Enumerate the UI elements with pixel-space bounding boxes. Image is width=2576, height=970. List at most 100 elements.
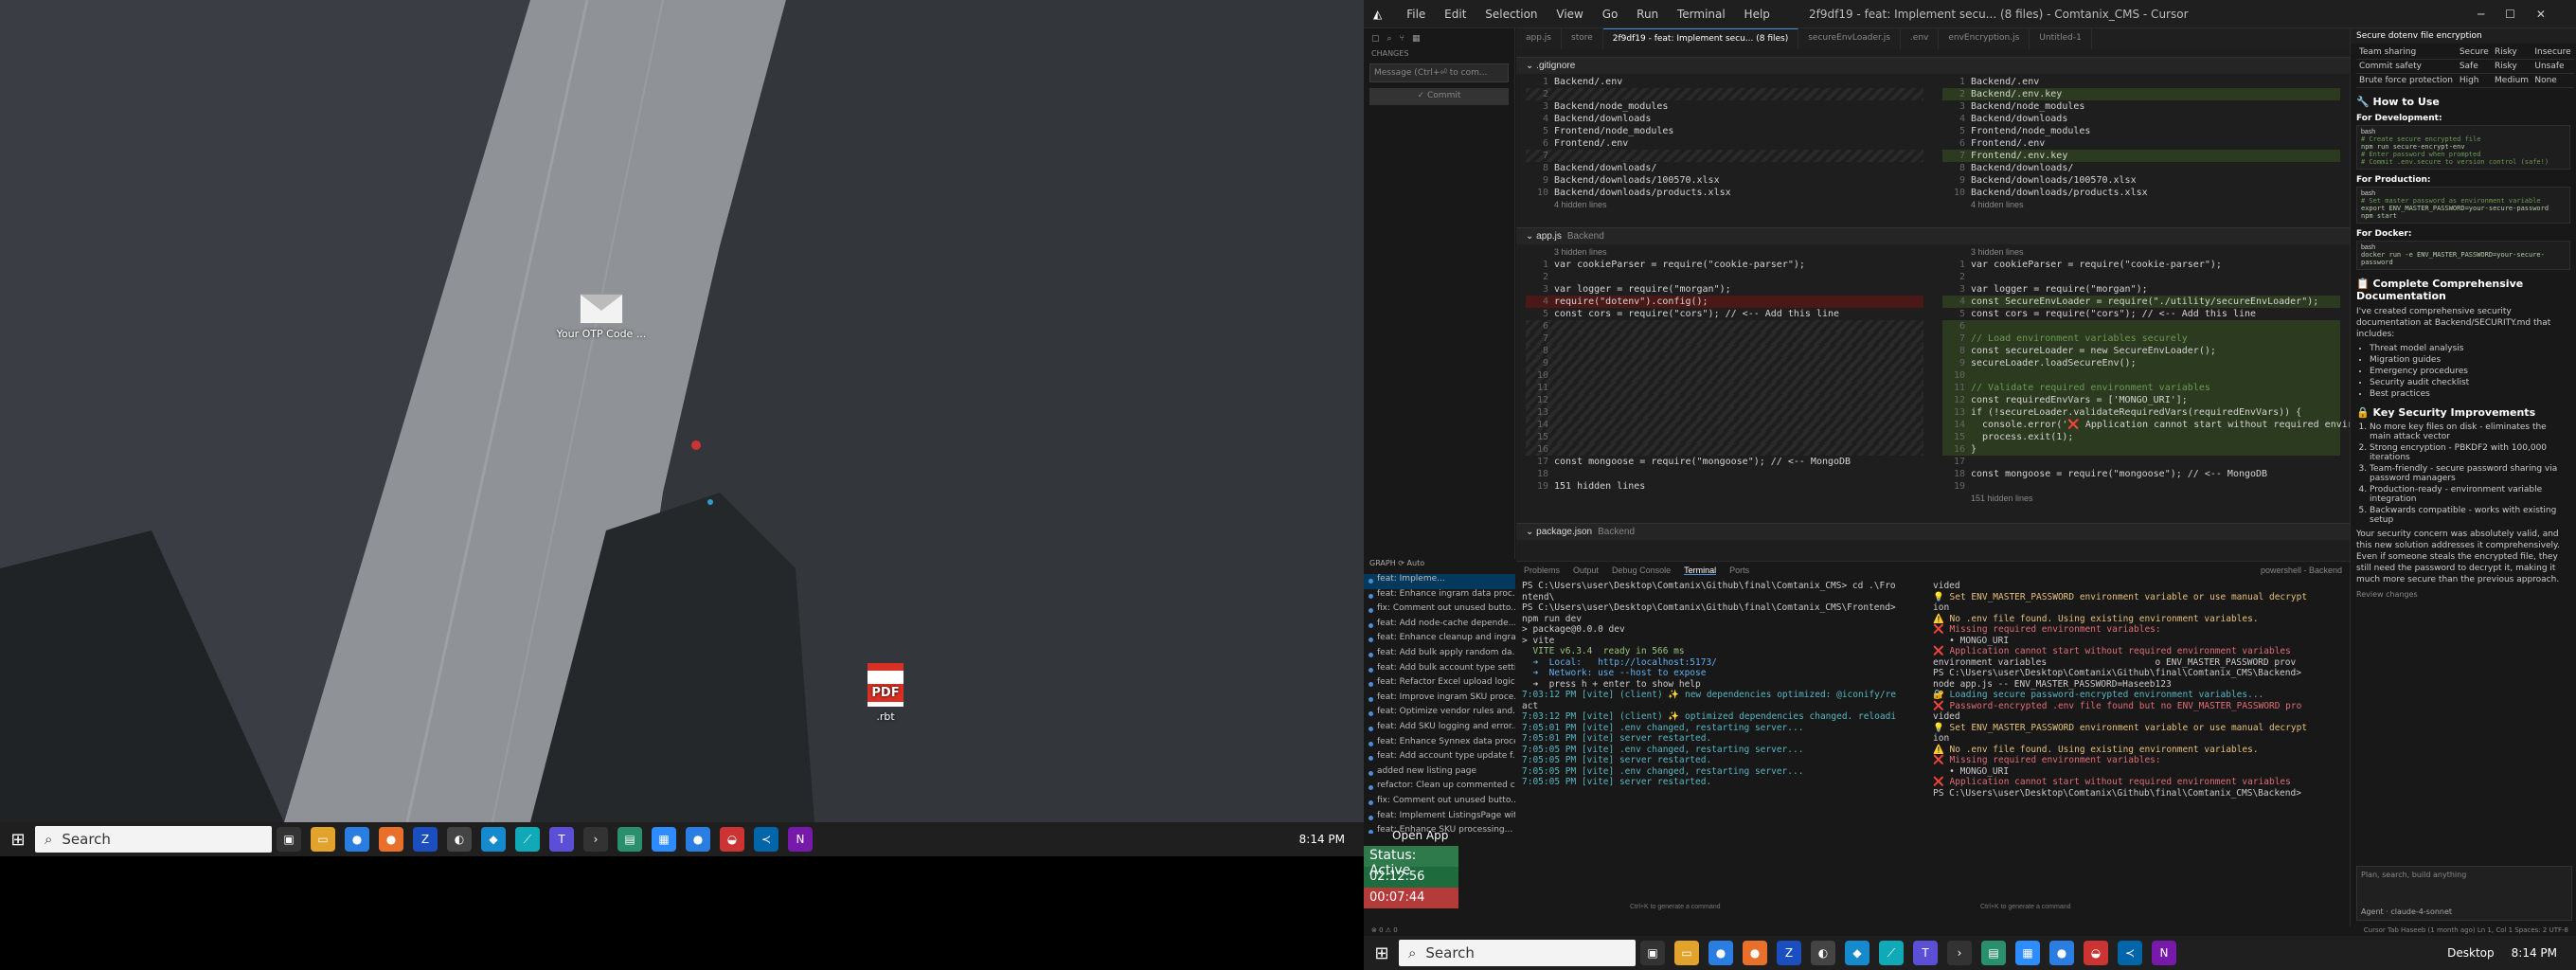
problems-count[interactable]: ⊗ 0 ⚠ 0	[1371, 926, 1398, 934]
chrome-icon[interactable]: ●	[1708, 941, 1733, 965]
commit-item[interactable]: refactor: Clean up commented c...	[1364, 781, 1515, 796]
commit-item[interactable]: feat: Add bulk apply random da...	[1364, 648, 1515, 663]
app-icon[interactable]: ▤	[617, 827, 642, 852]
terminal-frontend[interactable]: PS C:\Users\user\Desktop\Comtanix\Github…	[1522, 581, 1920, 788]
tab-commit-diff[interactable]: 2f9df19 - feat: Implement secu... (8 fil…	[1602, 28, 1799, 49]
onenote-icon[interactable]: N	[788, 827, 813, 852]
chrome-icon[interactable]: ●	[2049, 941, 2074, 965]
terminal-icon[interactable]: ›	[583, 827, 608, 852]
desktop-icon-pdf[interactable]: PDF .rbt	[833, 663, 938, 723]
menu-terminal[interactable]: Terminal	[1677, 8, 1726, 21]
zoom-icon[interactable]: Z	[1777, 941, 1801, 965]
tab-app-js[interactable]: app.js	[1516, 28, 1562, 49]
app-icon[interactable]: ▦	[652, 827, 676, 852]
commit-item[interactable]: feat: Improve ingram SKU proce...	[1364, 692, 1515, 708]
tab-terminal[interactable]: Terminal	[1684, 566, 1717, 575]
diff-file-header[interactable]: ⌄ package.json Backend	[1516, 523, 2350, 540]
task-view-icon[interactable]: ▣	[1640, 941, 1665, 965]
chrome-icon[interactable]: ●	[686, 827, 710, 852]
menu-help[interactable]: Help	[1744, 8, 1770, 21]
files-icon[interactable]: ▢	[1371, 34, 1380, 44]
commit-item[interactable]: feat: Enhance ingram data proc...	[1364, 589, 1515, 604]
terminal-line: PS C:\Users\user\Desktop\Comtanix\Github…	[1933, 787, 2301, 799]
teams-icon[interactable]: T	[1913, 941, 1938, 965]
menu-edit[interactable]: Edit	[1444, 8, 1466, 21]
commit-item[interactable]: feat: Add account type update f...	[1364, 751, 1515, 766]
app-icon[interactable]: ◆	[481, 827, 506, 852]
commit-item[interactable]: feat: Implement ListingsPage wit...	[1364, 811, 1515, 826]
file-explorer-icon[interactable]: ▭	[1674, 941, 1699, 965]
tab-debug-console[interactable]: Debug Console	[1612, 566, 1671, 575]
shell-selector[interactable]: powershell - Backend	[2261, 566, 2342, 575]
tab-env-encryption[interactable]: envEncryption.js	[1939, 28, 2030, 49]
desktop-icon-otp[interactable]: Your OTP Code ...	[549, 294, 653, 340]
menu-file[interactable]: File	[1406, 8, 1425, 21]
open-app-link[interactable]: Open App	[1392, 829, 1448, 842]
window-controls[interactable]: ─☐✕	[2478, 8, 2567, 21]
commit-item[interactable]: feat: Refactor Excel upload logic...	[1364, 677, 1515, 692]
teams-icon[interactable]: T	[549, 827, 574, 852]
commit-item[interactable]: feat: Optimize vendor rules and...	[1364, 707, 1515, 722]
tab-env[interactable]: .env	[1901, 28, 1940, 49]
taskbar-search[interactable]: ⌕ Search	[35, 826, 272, 853]
commit-item[interactable]: feat: Add node-cache depende...	[1364, 619, 1515, 634]
zoom-icon[interactable]: Z	[413, 827, 438, 852]
commit-item[interactable]: feat: Impleme...	[1364, 574, 1515, 589]
tab-output[interactable]: Output	[1573, 566, 1599, 575]
app-icon[interactable]: ▦	[2015, 941, 2040, 965]
diff-file-header[interactable]: ⌄ .gitignore	[1516, 57, 2350, 74]
commit-item[interactable]: feat: Add SKU logging and error...	[1364, 722, 1515, 737]
app-icon[interactable]: ◐	[447, 827, 472, 852]
app-icon[interactable]: ◒	[720, 827, 744, 852]
menu-run[interactable]: Run	[1637, 8, 1658, 21]
code-block-prod[interactable]: bash # Set master password as environment…	[2356, 187, 2570, 224]
vscode-icon[interactable]: ≺	[754, 827, 778, 852]
menu-view[interactable]: View	[1556, 8, 1583, 21]
code-block-dev[interactable]: bash # Create secure encrypted file npm ru…	[2356, 125, 2570, 170]
tab-problems[interactable]: Problems	[1524, 566, 1560, 575]
commit-item[interactable]: fix: Comment out unused butto...	[1364, 603, 1515, 619]
agent-mode-button[interactable]: Agent	[2361, 907, 2384, 916]
menu-selection[interactable]: Selection	[1485, 8, 1537, 21]
chrome-icon[interactable]: ●	[345, 827, 369, 852]
model-selector[interactable]: claude-4-sonnet	[2390, 907, 2452, 916]
tab-untitled[interactable]: Untitled-1	[2030, 28, 2092, 49]
diff-file-header[interactable]: ⌄ app.js Backend	[1516, 227, 2350, 244]
tab-store[interactable]: store	[1562, 28, 1603, 49]
windows-start-icon[interactable]: ⊞	[6, 827, 30, 852]
tab-secure-env-loader[interactable]: secureEnvLoader.js	[1798, 28, 1901, 49]
commit-item[interactable]: feat: Enhance Synnex data proce...	[1364, 737, 1515, 752]
code-block-docker[interactable]: bash docker run -e ENV_MASTER_PASSWORD=yo…	[2356, 241, 2570, 270]
chat-input[interactable]: Plan, search, build anything Agent · cla…	[2356, 866, 2572, 921]
search-icon[interactable]: ⌕	[1387, 34, 1392, 44]
desktop-label[interactable]: Desktop	[2447, 946, 2495, 960]
vscode-icon[interactable]: ≺	[2118, 941, 2142, 965]
cursor-icon[interactable]: ⟋	[515, 827, 540, 852]
commit-item[interactable]: fix: Comment out unused butto...	[1364, 796, 1515, 811]
tab-ports[interactable]: Ports	[1729, 566, 1749, 575]
commit-item[interactable]: added new listing page	[1364, 766, 1515, 781]
commit-item[interactable]: feat: Add bulk account type setti...	[1364, 663, 1515, 678]
extensions-icon[interactable]: ▦	[1412, 34, 1421, 44]
cursor-icon[interactable]: ⟋	[1879, 941, 1904, 965]
app-icon[interactable]: ◆	[1845, 941, 1869, 965]
terminal-icon[interactable]: ›	[1947, 941, 1972, 965]
windows-start-icon[interactable]: ⊞	[1369, 941, 1394, 965]
menu-go[interactable]: Go	[1602, 8, 1619, 21]
review-changes-link[interactable]: Review changes	[2356, 589, 2570, 601]
taskbar-search[interactable]: ⌕ Search	[1399, 940, 1636, 966]
browser-icon[interactable]: ●	[379, 827, 403, 852]
source-control-icon[interactable]: ⑂	[1400, 34, 1404, 44]
app-icon[interactable]: ▤	[1981, 941, 2006, 965]
commit-button[interactable]: ✓ Commit	[1369, 88, 1509, 105]
onenote-icon[interactable]: N	[2152, 941, 2176, 965]
app-icon[interactable]: ◐	[1811, 941, 1835, 965]
file-explorer-icon[interactable]: ▭	[311, 827, 335, 852]
commit-item[interactable]: feat: Enhance cleanup and ingra...	[1364, 633, 1515, 648]
terminal-backend[interactable]: vided 💡 Set ENV_MASTER_PASSWORD environme…	[1933, 581, 2331, 799]
commit-message-input[interactable]: Message (Ctrl+⏎ to com...	[1369, 63, 1509, 82]
time-tracker-widget[interactable]: Open App Status: Active 02:12:56 00:07:4…	[1364, 829, 1458, 936]
app-icon[interactable]: ◒	[2084, 941, 2108, 965]
task-view-icon[interactable]: ▣	[277, 827, 301, 852]
browser-icon[interactable]: ●	[1743, 941, 1767, 965]
